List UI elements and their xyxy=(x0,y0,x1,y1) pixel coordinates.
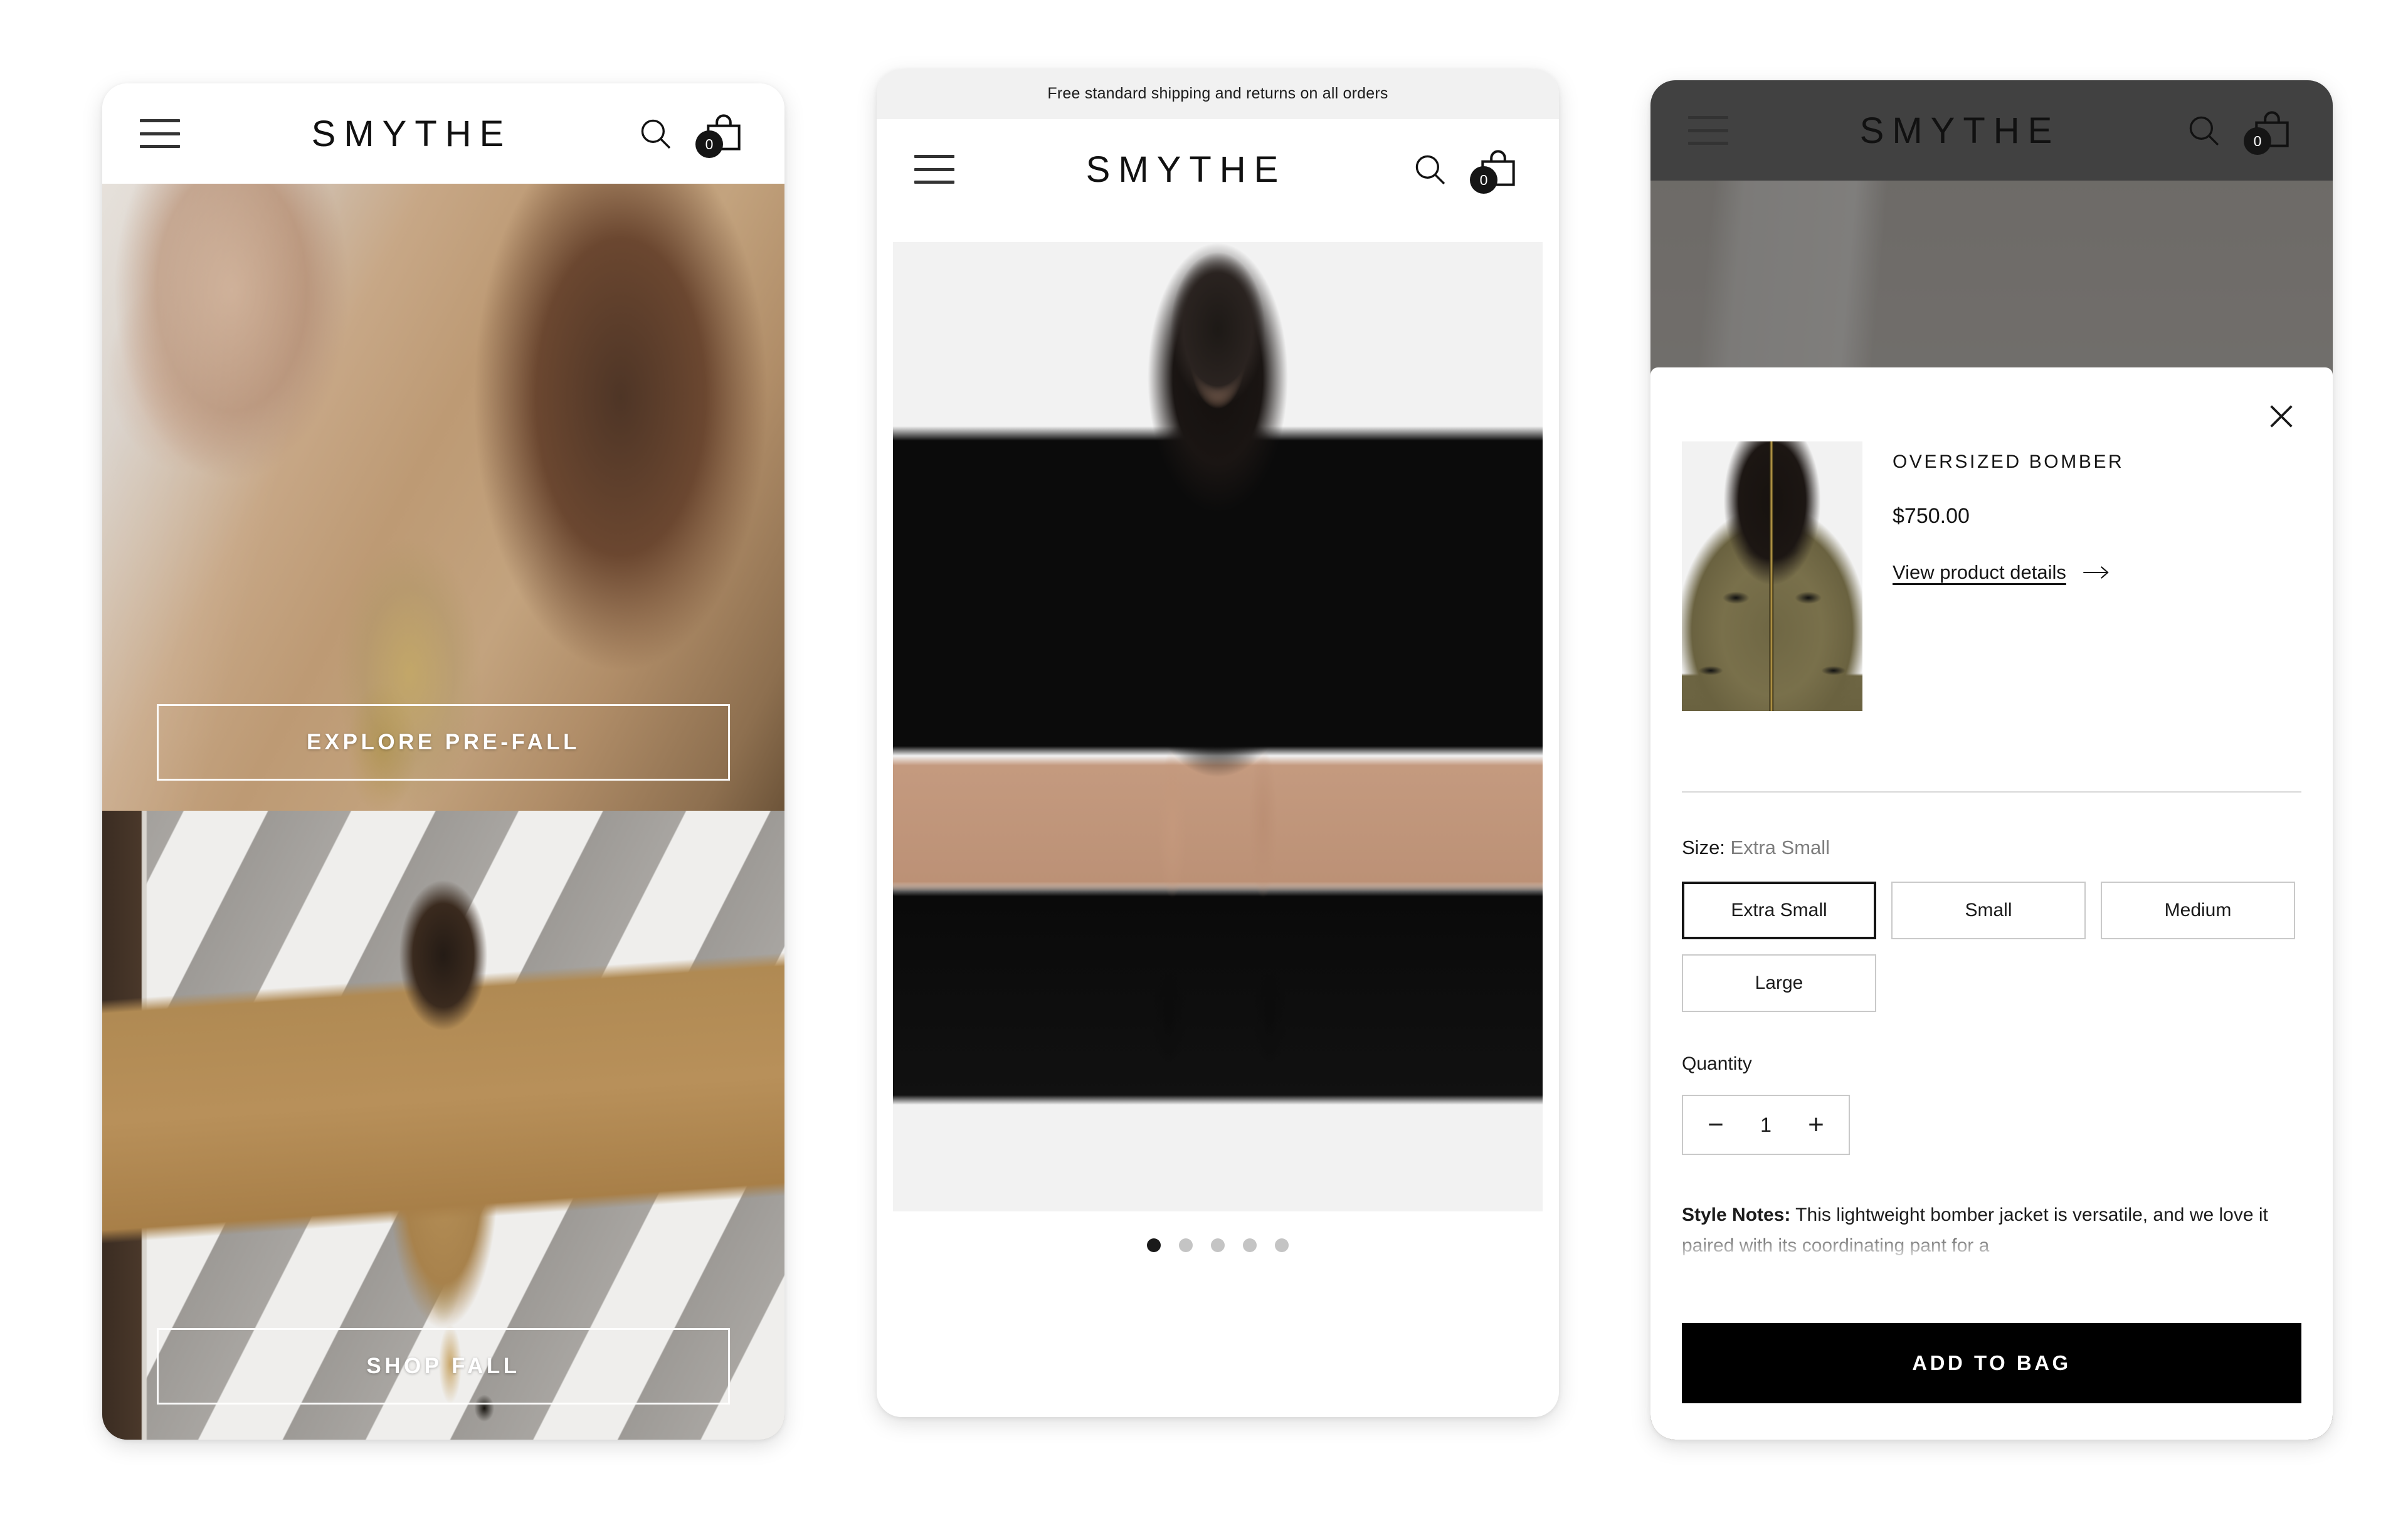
phone-product-screen: Free standard shipping and returns on al… xyxy=(877,69,1559,1417)
product-title: OVERSIZED BOMBER xyxy=(1893,451,2125,472)
site-header: SMYTHE 0 xyxy=(877,119,1559,219)
quantity-stepper: − 1 + xyxy=(1682,1095,1850,1155)
modal-footer: ADD TO BAG xyxy=(1650,1307,2333,1440)
cart-button[interactable]: 0 xyxy=(1470,146,1521,194)
size-label-prefix: Size: xyxy=(1682,836,1725,858)
modal-header xyxy=(1650,367,2333,436)
add-to-bag-button[interactable]: ADD TO BAG xyxy=(1682,1323,2301,1403)
header-actions: 0 xyxy=(1410,146,1521,194)
quantity-increase-button[interactable]: + xyxy=(1795,1111,1837,1139)
carousel-dot-3[interactable] xyxy=(1211,1238,1225,1252)
brand-logo[interactable]: SMYTHE xyxy=(1852,110,2061,152)
carousel-dot-2[interactable] xyxy=(1179,1238,1193,1252)
thumbnail-image-olive-bomber xyxy=(1682,441,1862,711)
view-product-details-link[interactable]: View product details xyxy=(1893,561,2124,584)
brand-logo[interactable]: SMYTHE xyxy=(304,113,512,155)
product-summary: OVERSIZED BOMBER $750.00 View product de… xyxy=(1682,441,2301,711)
announcement-bar: Free standard shipping and returns on al… xyxy=(877,69,1559,119)
style-notes-label: Style Notes: xyxy=(1682,1205,1791,1225)
brand-logo[interactable]: SMYTHE xyxy=(1078,149,1287,191)
phone-quick-add-screen: SMYTHE 0 OVERSIZED BOMBER $750.00 View p… xyxy=(1650,80,2333,1440)
quantity-decrease-button[interactable]: − xyxy=(1695,1111,1736,1139)
shop-fall-button[interactable]: SHOP FALL xyxy=(157,1328,730,1405)
hero-banner-fall[interactable]: SHOP FALL xyxy=(102,811,784,1440)
product-price: $750.00 xyxy=(1893,504,1970,528)
quick-add-modal: OVERSIZED BOMBER $750.00 View product de… xyxy=(1650,367,2333,1440)
header-actions: 0 xyxy=(2184,107,2295,155)
size-option-large[interactable]: Large xyxy=(1682,954,1876,1012)
hero-banner-prefall[interactable]: EXPLORE PRE-FALL xyxy=(102,184,784,811)
product-gallery[interactable] xyxy=(893,242,1543,1211)
site-header: SMYTHE 0 xyxy=(102,83,784,184)
screenshot-stage: SMYTHE 0 EXPLORE PRE-FALL SHOP FALL Free… xyxy=(0,0,2408,1513)
cart-count-badge: 0 xyxy=(2244,127,2271,155)
cart-button[interactable]: 0 xyxy=(2244,107,2295,155)
header-actions: 0 xyxy=(635,110,747,158)
search-icon[interactable] xyxy=(1410,149,1450,189)
quantity-label: Quantity xyxy=(1682,1053,1752,1074)
product-thumbnail[interactable] xyxy=(1682,441,1862,711)
close-icon[interactable] xyxy=(2261,396,2301,436)
hamburger-menu-icon[interactable] xyxy=(1688,116,1728,145)
cart-count-badge: 0 xyxy=(695,130,723,158)
quantity-value[interactable]: 1 xyxy=(1760,1114,1772,1137)
site-header: SMYTHE 0 xyxy=(1650,80,2333,181)
cart-button[interactable]: 0 xyxy=(695,110,747,158)
explore-pre-fall-button[interactable]: EXPLORE PRE-FALL xyxy=(157,704,730,781)
phone-home-screen: SMYTHE 0 EXPLORE PRE-FALL SHOP FALL xyxy=(102,83,784,1440)
carousel-dot-4[interactable] xyxy=(1243,1238,1257,1252)
size-options: Extra Small Small Medium Large xyxy=(1682,882,2301,1012)
hamburger-menu-icon[interactable] xyxy=(914,155,954,184)
product-info: OVERSIZED BOMBER $750.00 View product de… xyxy=(1893,441,2124,711)
cart-count-badge: 0 xyxy=(1470,166,1497,194)
hamburger-menu-icon[interactable] xyxy=(140,119,180,148)
search-icon[interactable] xyxy=(635,113,675,154)
view-product-details-label: View product details xyxy=(1893,561,2066,583)
carousel-dot-5[interactable] xyxy=(1275,1238,1289,1252)
size-label: Size: Extra Small xyxy=(1682,836,2301,859)
carousel-dots xyxy=(877,1211,1559,1252)
size-option-small[interactable]: Small xyxy=(1891,882,2086,939)
carousel-dot-1[interactable] xyxy=(1147,1238,1161,1252)
size-selected-value: Extra Small xyxy=(1730,836,1830,858)
search-icon[interactable] xyxy=(2184,110,2224,150)
size-option-extra-small[interactable]: Extra Small xyxy=(1682,882,1876,939)
section-divider xyxy=(1682,791,2301,793)
modal-body: OVERSIZED BOMBER $750.00 View product de… xyxy=(1650,436,2333,1307)
arrow-right-icon xyxy=(2083,566,2109,579)
size-option-medium[interactable]: Medium xyxy=(2101,882,2295,939)
product-image-black-blazer xyxy=(893,242,1543,1211)
style-notes: Style Notes: This lightweight bomber jac… xyxy=(1682,1200,2301,1261)
